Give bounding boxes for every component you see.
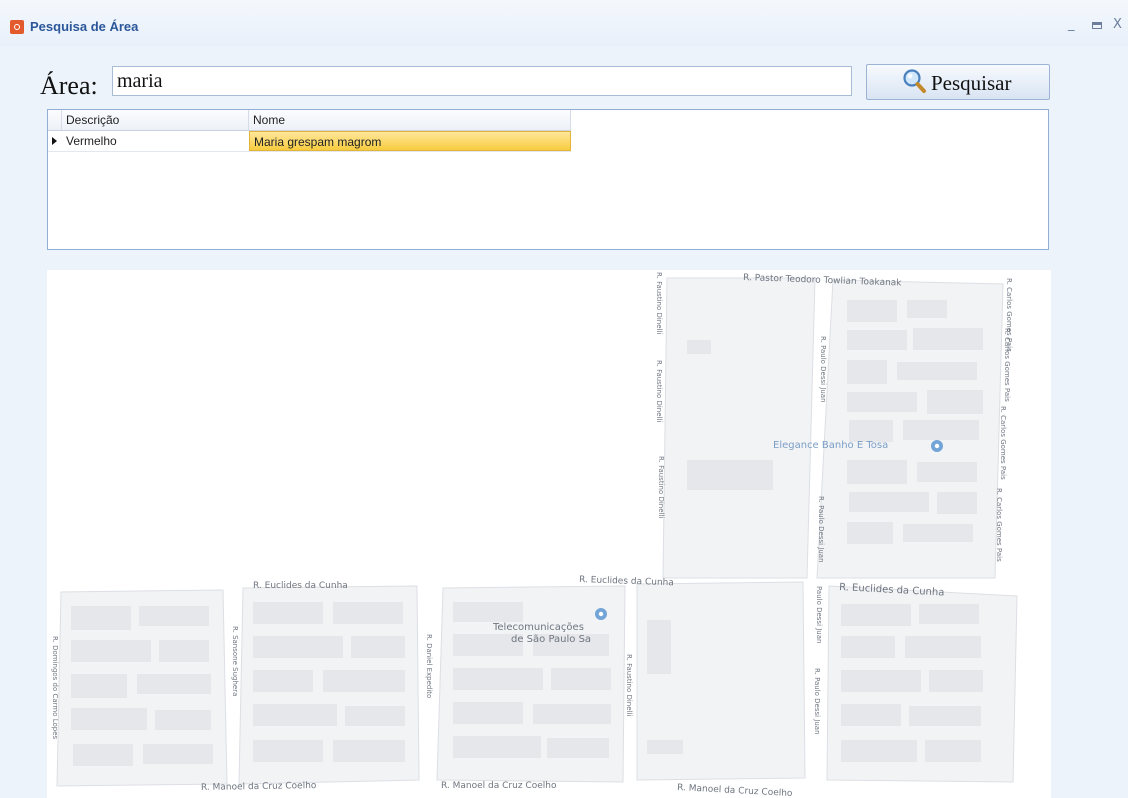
area-search-input[interactable] [112, 66, 852, 96]
street-label-carlos-4: R. Carlos Gomes Pais [995, 488, 1003, 562]
title-bar: Pesquisa de Área _ X [0, 0, 1128, 46]
place-label-telecom-line2[interactable]: de São Paulo Sa [511, 634, 591, 645]
cell-nome[interactable]: Maria grespam magrom [249, 131, 571, 151]
street-label-carlos-2: R. Carlos Gomes Pais [1003, 328, 1011, 402]
search-button[interactable]: Pesquisar [866, 64, 1050, 100]
window-title: Pesquisa de Área [30, 19, 139, 34]
map-view[interactable]: R. Pastor Teodoro Towlian Toakanak R. Eu… [47, 270, 1051, 798]
street-label-paulo-1: R. Paulo Dessi Juan [819, 336, 827, 403]
street-label-paulo-3: Paulo Dessi Juan [815, 586, 823, 643]
row-selector-arrow-icon [52, 137, 57, 145]
street-label-manoel-1: R. Manoel da Cruz Coelho [201, 781, 317, 793]
column-header-nome[interactable]: Nome [249, 110, 571, 130]
street-label-manoel-2: R. Manoel da Cruz Coelho [441, 781, 557, 791]
window: Pesquisa de Área _ X Área: Pesquisar Des… [0, 0, 1128, 798]
place-label-pet-shop[interactable]: Elegance Banho E Tosa [773, 440, 888, 451]
grid-header: Descrição Nome [48, 110, 571, 131]
street-label-daniel: R. Daniel Expedito [425, 634, 433, 698]
minimize-button[interactable]: _ [1068, 18, 1075, 32]
magnifier-icon [903, 69, 926, 93]
column-header-descricao[interactable]: Descrição [62, 110, 249, 130]
maximize-button[interactable] [1092, 22, 1102, 29]
grid-indicator-header [48, 110, 62, 130]
street-label-faustino-4: R. Faustino Dinelli [625, 654, 633, 716]
map-pin-icon[interactable] [931, 440, 943, 452]
street-label-faustino-1: R. Faustino Dinelli [655, 272, 663, 334]
street-label-faustino-3: R. Faustino Dinelli [657, 456, 665, 518]
table-row[interactable]: Vermelho Maria grespam magrom [48, 131, 571, 152]
street-label-euclides-1: R. Euclides da Cunha [253, 581, 348, 591]
street-label-carlos-3: R. Carlos Gomes Pais [999, 406, 1007, 480]
map-canvas[interactable]: R. Pastor Teodoro Towlian Toakanak R. Eu… [47, 270, 1051, 798]
street-label-manoel-3: R. Manoel da Cruz Coelho [677, 783, 793, 798]
map-pin-icon[interactable] [595, 608, 607, 620]
street-label-sansone: R. Sansone Sughera [231, 626, 239, 696]
street-label-paulo-2: R. Paulo Dessi Juan [817, 496, 825, 563]
street-label-faustino-2: R. Faustino Dinelli [655, 360, 663, 422]
app-icon [10, 20, 24, 34]
street-label-paulo-4: R. Paulo Dessi Juan [813, 668, 821, 735]
search-button-label: Pesquisar [931, 71, 1012, 95]
area-label: Área: [40, 71, 98, 100]
close-button[interactable]: X [1113, 18, 1122, 32]
results-grid: Descrição Nome Vermelho Maria grespam ma… [47, 109, 1049, 250]
place-label-telecom-line1[interactable]: Telecomunicações [492, 622, 584, 633]
cell-descricao[interactable]: Vermelho [62, 131, 249, 151]
street-label-domingos: R. Domingos do Carmo Lopes [51, 636, 59, 740]
